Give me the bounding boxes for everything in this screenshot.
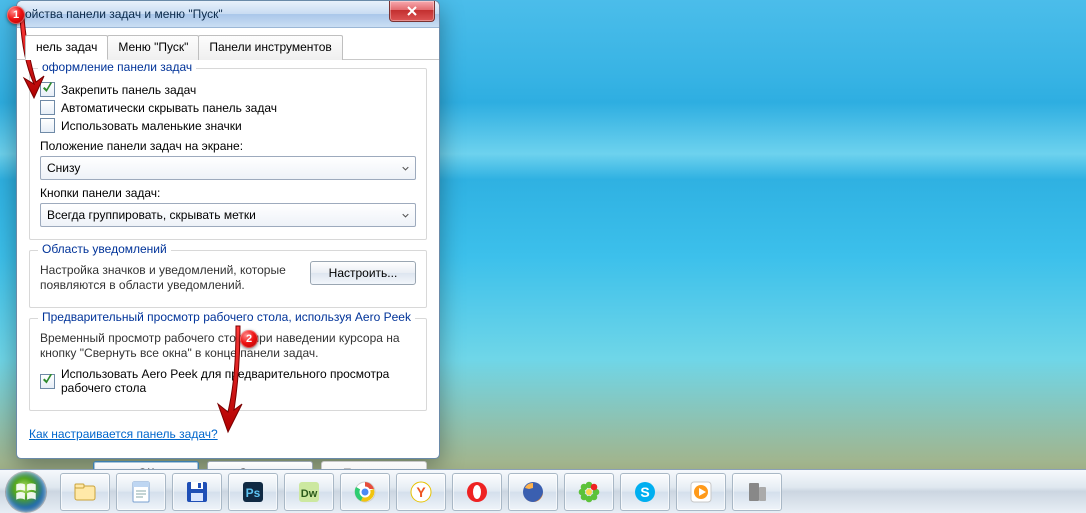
- taskbar-item-media[interactable]: [676, 473, 726, 511]
- checkbox-autohide[interactable]: [40, 100, 55, 115]
- notification-desc: Настройка значков и уведомлений, которые…: [40, 263, 300, 293]
- yandex-icon: Y: [408, 479, 434, 505]
- taskbar-item-chrome[interactable]: [340, 473, 390, 511]
- taskbar[interactable]: Ps Dw Y S: [0, 469, 1086, 513]
- taskbar-item-gray-app[interactable]: [732, 473, 782, 511]
- notepad-icon: [128, 479, 154, 505]
- checkbox-aero-peek[interactable]: [40, 374, 55, 389]
- tabstrip: нель задач Меню "Пуск" Панели инструмент…: [17, 28, 439, 60]
- chevron-down-icon: [402, 212, 409, 219]
- group-legend: Область уведомлений: [38, 242, 171, 256]
- group-taskbar-design: оформление панели задач Закрепить панель…: [29, 68, 427, 240]
- annotation-badge-2: 2: [240, 330, 258, 348]
- svg-text:Ps: Ps: [246, 486, 261, 500]
- start-button[interactable]: [6, 472, 46, 512]
- taskbar-item-icq[interactable]: [564, 473, 614, 511]
- label-autohide: Автоматически скрывать панель задач: [61, 101, 277, 115]
- explorer-icon: [72, 479, 98, 505]
- chrome-icon: [352, 479, 378, 505]
- titlebar[interactable]: ойства панели задач и меню "Пуск": [17, 1, 439, 28]
- tab-toolbars[interactable]: Панели инструментов: [198, 35, 342, 60]
- select-buttons[interactable]: Всегда группировать, скрывать метки: [40, 203, 416, 227]
- select-position-value: Снизу: [47, 161, 80, 175]
- windows-logo-icon: [13, 479, 39, 505]
- select-buttons-value: Всегда группировать, скрывать метки: [47, 208, 256, 222]
- dreamweaver-icon: Dw: [296, 479, 322, 505]
- taskbar-item-notepad[interactable]: [116, 473, 166, 511]
- tab-taskbar[interactable]: нель задач: [25, 35, 108, 60]
- configure-button[interactable]: Настроить...: [310, 261, 416, 285]
- window-title: ойства панели задач и меню "Пуск": [25, 7, 223, 21]
- group-notification-area: Область уведомлений Настройка значков и …: [29, 250, 427, 308]
- taskbar-item-explorer[interactable]: [60, 473, 110, 511]
- label-buttons: Кнопки панели задач:: [40, 186, 416, 200]
- close-button[interactable]: [389, 1, 435, 22]
- svg-text:Y: Y: [416, 484, 426, 500]
- label-small-icons: Использовать маленькие значки: [61, 119, 242, 133]
- group-legend: оформление панели задач: [38, 60, 196, 74]
- checkbox-lock-taskbar[interactable]: [40, 82, 55, 97]
- gray-app-icon: [744, 479, 770, 505]
- label-position: Положение панели задач на экране:: [40, 139, 416, 153]
- svg-text:S: S: [640, 484, 649, 500]
- checkbox-small-icons[interactable]: [40, 118, 55, 133]
- desktop[interactable]: ойства панели задач и меню "Пуск" нель з…: [0, 0, 1086, 513]
- peek-desc: Временный просмотр рабочего стола при на…: [40, 331, 416, 361]
- taskbar-item-yandex[interactable]: Y: [396, 473, 446, 511]
- save-icon: [184, 479, 210, 505]
- select-position[interactable]: Снизу: [40, 156, 416, 180]
- close-icon: [406, 5, 418, 17]
- group-legend: Предварительный просмотр рабочего стола,…: [38, 310, 415, 324]
- taskbar-item-firefox[interactable]: [508, 473, 558, 511]
- skype-icon: S: [632, 479, 658, 505]
- taskbar-item-opera[interactable]: [452, 473, 502, 511]
- taskbar-item-dreamweaver[interactable]: Dw: [284, 473, 334, 511]
- opera-icon: [464, 479, 490, 505]
- help-link[interactable]: Как настраивается панель задач?: [29, 427, 218, 441]
- icq-icon: [576, 479, 602, 505]
- label-lock-taskbar: Закрепить панель задач: [61, 83, 196, 97]
- annotation-badge-1: 1: [7, 6, 25, 24]
- taskbar-item-save[interactable]: [172, 473, 222, 511]
- tab-startmenu[interactable]: Меню "Пуск": [107, 35, 199, 60]
- svg-text:Dw: Dw: [301, 488, 318, 500]
- media-icon: [688, 479, 714, 505]
- photoshop-icon: Ps: [240, 479, 266, 505]
- label-aero-peek: Использовать Aero Peek для предварительн…: [61, 367, 416, 395]
- taskbar-item-photoshop[interactable]: Ps: [228, 473, 278, 511]
- chevron-down-icon: [402, 165, 409, 172]
- group-aero-peek: Предварительный просмотр рабочего стола,…: [29, 318, 427, 411]
- firefox-icon: [520, 479, 546, 505]
- taskbar-item-skype[interactable]: S: [620, 473, 670, 511]
- taskbar-properties-dialog: ойства панели задач и меню "Пуск" нель з…: [16, 0, 440, 459]
